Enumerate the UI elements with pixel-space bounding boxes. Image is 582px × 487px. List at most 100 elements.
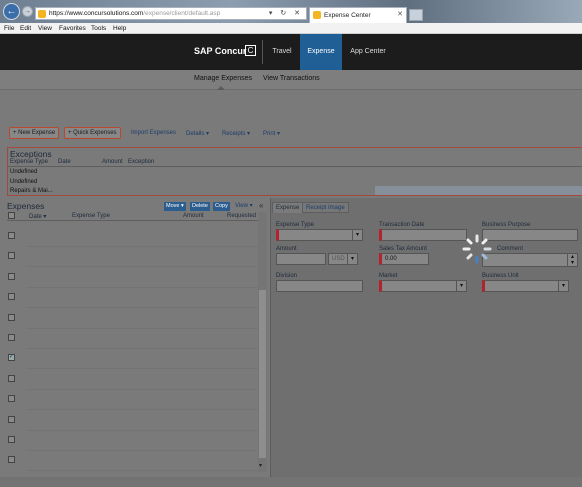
row-checkbox[interactable]	[8, 415, 15, 423]
row-checkbox[interactable]	[8, 293, 15, 301]
concur-logo-mark-icon: C	[245, 45, 256, 56]
row-checkbox[interactable]	[8, 436, 15, 443]
tab-receipt-image[interactable]: Receipt Image	[302, 202, 349, 213]
subnav-view-transactions[interactable]: View Transactions	[263, 75, 320, 82]
row-checkbox[interactable]	[8, 374, 15, 382]
exception-row[interactable]: Undefined	[10, 179, 37, 185]
menu-tools[interactable]: Tools	[91, 25, 106, 32]
col-expense-type[interactable]: Expense Type	[10, 159, 48, 165]
sap-concur-logo[interactable]: SAP Concur	[194, 46, 246, 56]
tab-expense-form[interactable]: Expense	[272, 202, 304, 213]
table-row[interactable]	[26, 388, 258, 390]
address-bar[interactable]: https://www.concursolutions.com/expense/…	[35, 7, 307, 20]
sales-tax-label: Sales Tax Amount	[379, 246, 427, 252]
print-menu[interactable]: Print ▾	[263, 130, 280, 137]
business-purpose-field[interactable]	[482, 229, 578, 241]
col-amount[interactable]: Amount	[102, 159, 123, 165]
import-expenses-link[interactable]: Import Expenses	[131, 130, 176, 136]
row-checkbox[interactable]	[8, 395, 15, 403]
exceptions-scrollbar[interactable]	[375, 186, 582, 195]
menu-view[interactable]: View	[38, 25, 52, 32]
table-row[interactable]	[26, 429, 258, 431]
row-checkbox[interactable]: ✓	[8, 354, 15, 362]
active-indicator	[217, 86, 225, 90]
sales-tax-field[interactable]: 0.00	[379, 253, 429, 265]
favicon-icon	[38, 10, 46, 18]
collapse-panel-icon[interactable]: «	[259, 201, 263, 210]
browser-tab-expense-center[interactable]: Expense Center ✕	[309, 7, 407, 23]
row-checkbox[interactable]	[8, 456, 15, 464]
table-row[interactable]	[26, 266, 258, 268]
table-row[interactable]	[26, 286, 258, 288]
move-button[interactable]: Move ▾	[164, 202, 186, 211]
table-row[interactable]	[26, 307, 258, 309]
subnav: Manage Expenses View Transactions	[0, 70, 582, 90]
transaction-date-field[interactable]	[379, 229, 467, 241]
copy-button[interactable]: Copy	[213, 202, 230, 211]
browser-menubar: File Edit View Favorites Tools Help	[0, 23, 582, 34]
receipts-menu[interactable]: Receipts ▾	[222, 130, 250, 137]
comment-field[interactable]: ▴ ▾	[482, 253, 578, 267]
col-date[interactable]: Date	[58, 159, 71, 165]
currency-select[interactable]: USD ▾	[328, 253, 358, 265]
view-menu[interactable]: View ▾	[235, 202, 253, 209]
amount-field[interactable]	[276, 253, 326, 265]
col-exception[interactable]: Exception	[128, 159, 154, 165]
scroll-down-icon[interactable]: ▾	[259, 462, 262, 469]
exceptions-header: Expense Type Date Amount Exception	[8, 159, 582, 167]
menu-help[interactable]: Help	[113, 25, 126, 32]
col-requested[interactable]: Requested	[227, 213, 256, 219]
new-tab-button[interactable]	[409, 9, 423, 21]
exception-row[interactable]: Undefined	[10, 169, 37, 175]
tab-expense[interactable]: Expense	[300, 34, 342, 70]
subnav-manage-expenses[interactable]: Manage Expenses	[194, 75, 252, 82]
menu-edit[interactable]: Edit	[20, 25, 31, 32]
expenses-title: Expenses	[7, 201, 45, 211]
exception-row[interactable]: Repairs & Mai...	[10, 188, 53, 194]
quick-expenses-button[interactable]: + Quick Expenses	[64, 127, 121, 139]
table-row[interactable]	[26, 450, 258, 451]
tab-app-center[interactable]: App Center	[345, 34, 391, 70]
table-row[interactable]	[26, 409, 258, 411]
chevron-down-icon: ▾	[558, 281, 568, 291]
row-checkbox[interactable]	[8, 232, 15, 239]
row-checkbox[interactable]	[8, 334, 15, 341]
division-field[interactable]	[276, 280, 363, 292]
business-unit-select[interactable]: ▾	[482, 280, 569, 292]
expenses-header: Date ▾ Expense Type Amount Requested	[7, 212, 258, 221]
forward-arrow-icon[interactable]: →	[22, 6, 33, 17]
menu-file[interactable]: File	[4, 25, 14, 32]
table-row[interactable]	[26, 327, 258, 329]
amount-label: Amount	[276, 246, 297, 252]
back-arrow-icon[interactable]: ←	[3, 3, 20, 20]
table-row[interactable]	[26, 368, 258, 370]
details-menu[interactable]: Details ▾	[186, 130, 209, 137]
col-amount[interactable]: Amount	[183, 213, 204, 219]
url-path: /expense/client/default.asp	[143, 10, 221, 17]
select-all-checkbox[interactable]	[8, 212, 15, 219]
menu-favorites[interactable]: Favorites	[59, 25, 86, 32]
expenses-scrollbar[interactable]: ▾	[258, 212, 267, 472]
app-header: SAP Concur C Travel Expense App Center	[0, 34, 582, 70]
table-row[interactable]	[26, 246, 258, 247]
col-date[interactable]: Date ▾	[29, 213, 46, 220]
stepper-icon: ▴ ▾	[567, 254, 577, 266]
new-expense-button[interactable]: + New Expense	[9, 127, 60, 139]
chevron-down-icon: ▾	[352, 230, 362, 240]
table-row[interactable]	[26, 348, 258, 349]
table-row[interactable]	[26, 470, 258, 472]
address-url[interactable]: https://www.concursolutions.com/expense/…	[49, 10, 220, 17]
row-checkbox[interactable]	[8, 252, 15, 260]
expense-type-select[interactable]: ▾	[276, 229, 363, 241]
row-checkbox[interactable]	[8, 313, 15, 321]
row-checkbox[interactable]	[8, 272, 15, 280]
market-select[interactable]: ▾	[379, 280, 467, 292]
transaction-date-label: Transaction Date	[379, 222, 425, 228]
address-controls[interactable]: ▾ ↻ ✕	[269, 9, 303, 17]
url-host: www.concursolutions.com	[68, 10, 144, 17]
col-expense-type[interactable]: Expense Type	[72, 213, 110, 219]
delete-button[interactable]: Delete	[190, 202, 210, 211]
close-icon[interactable]: ✕	[397, 10, 403, 18]
tab-travel[interactable]: Travel	[266, 34, 298, 70]
scroll-thumb[interactable]	[259, 290, 266, 458]
